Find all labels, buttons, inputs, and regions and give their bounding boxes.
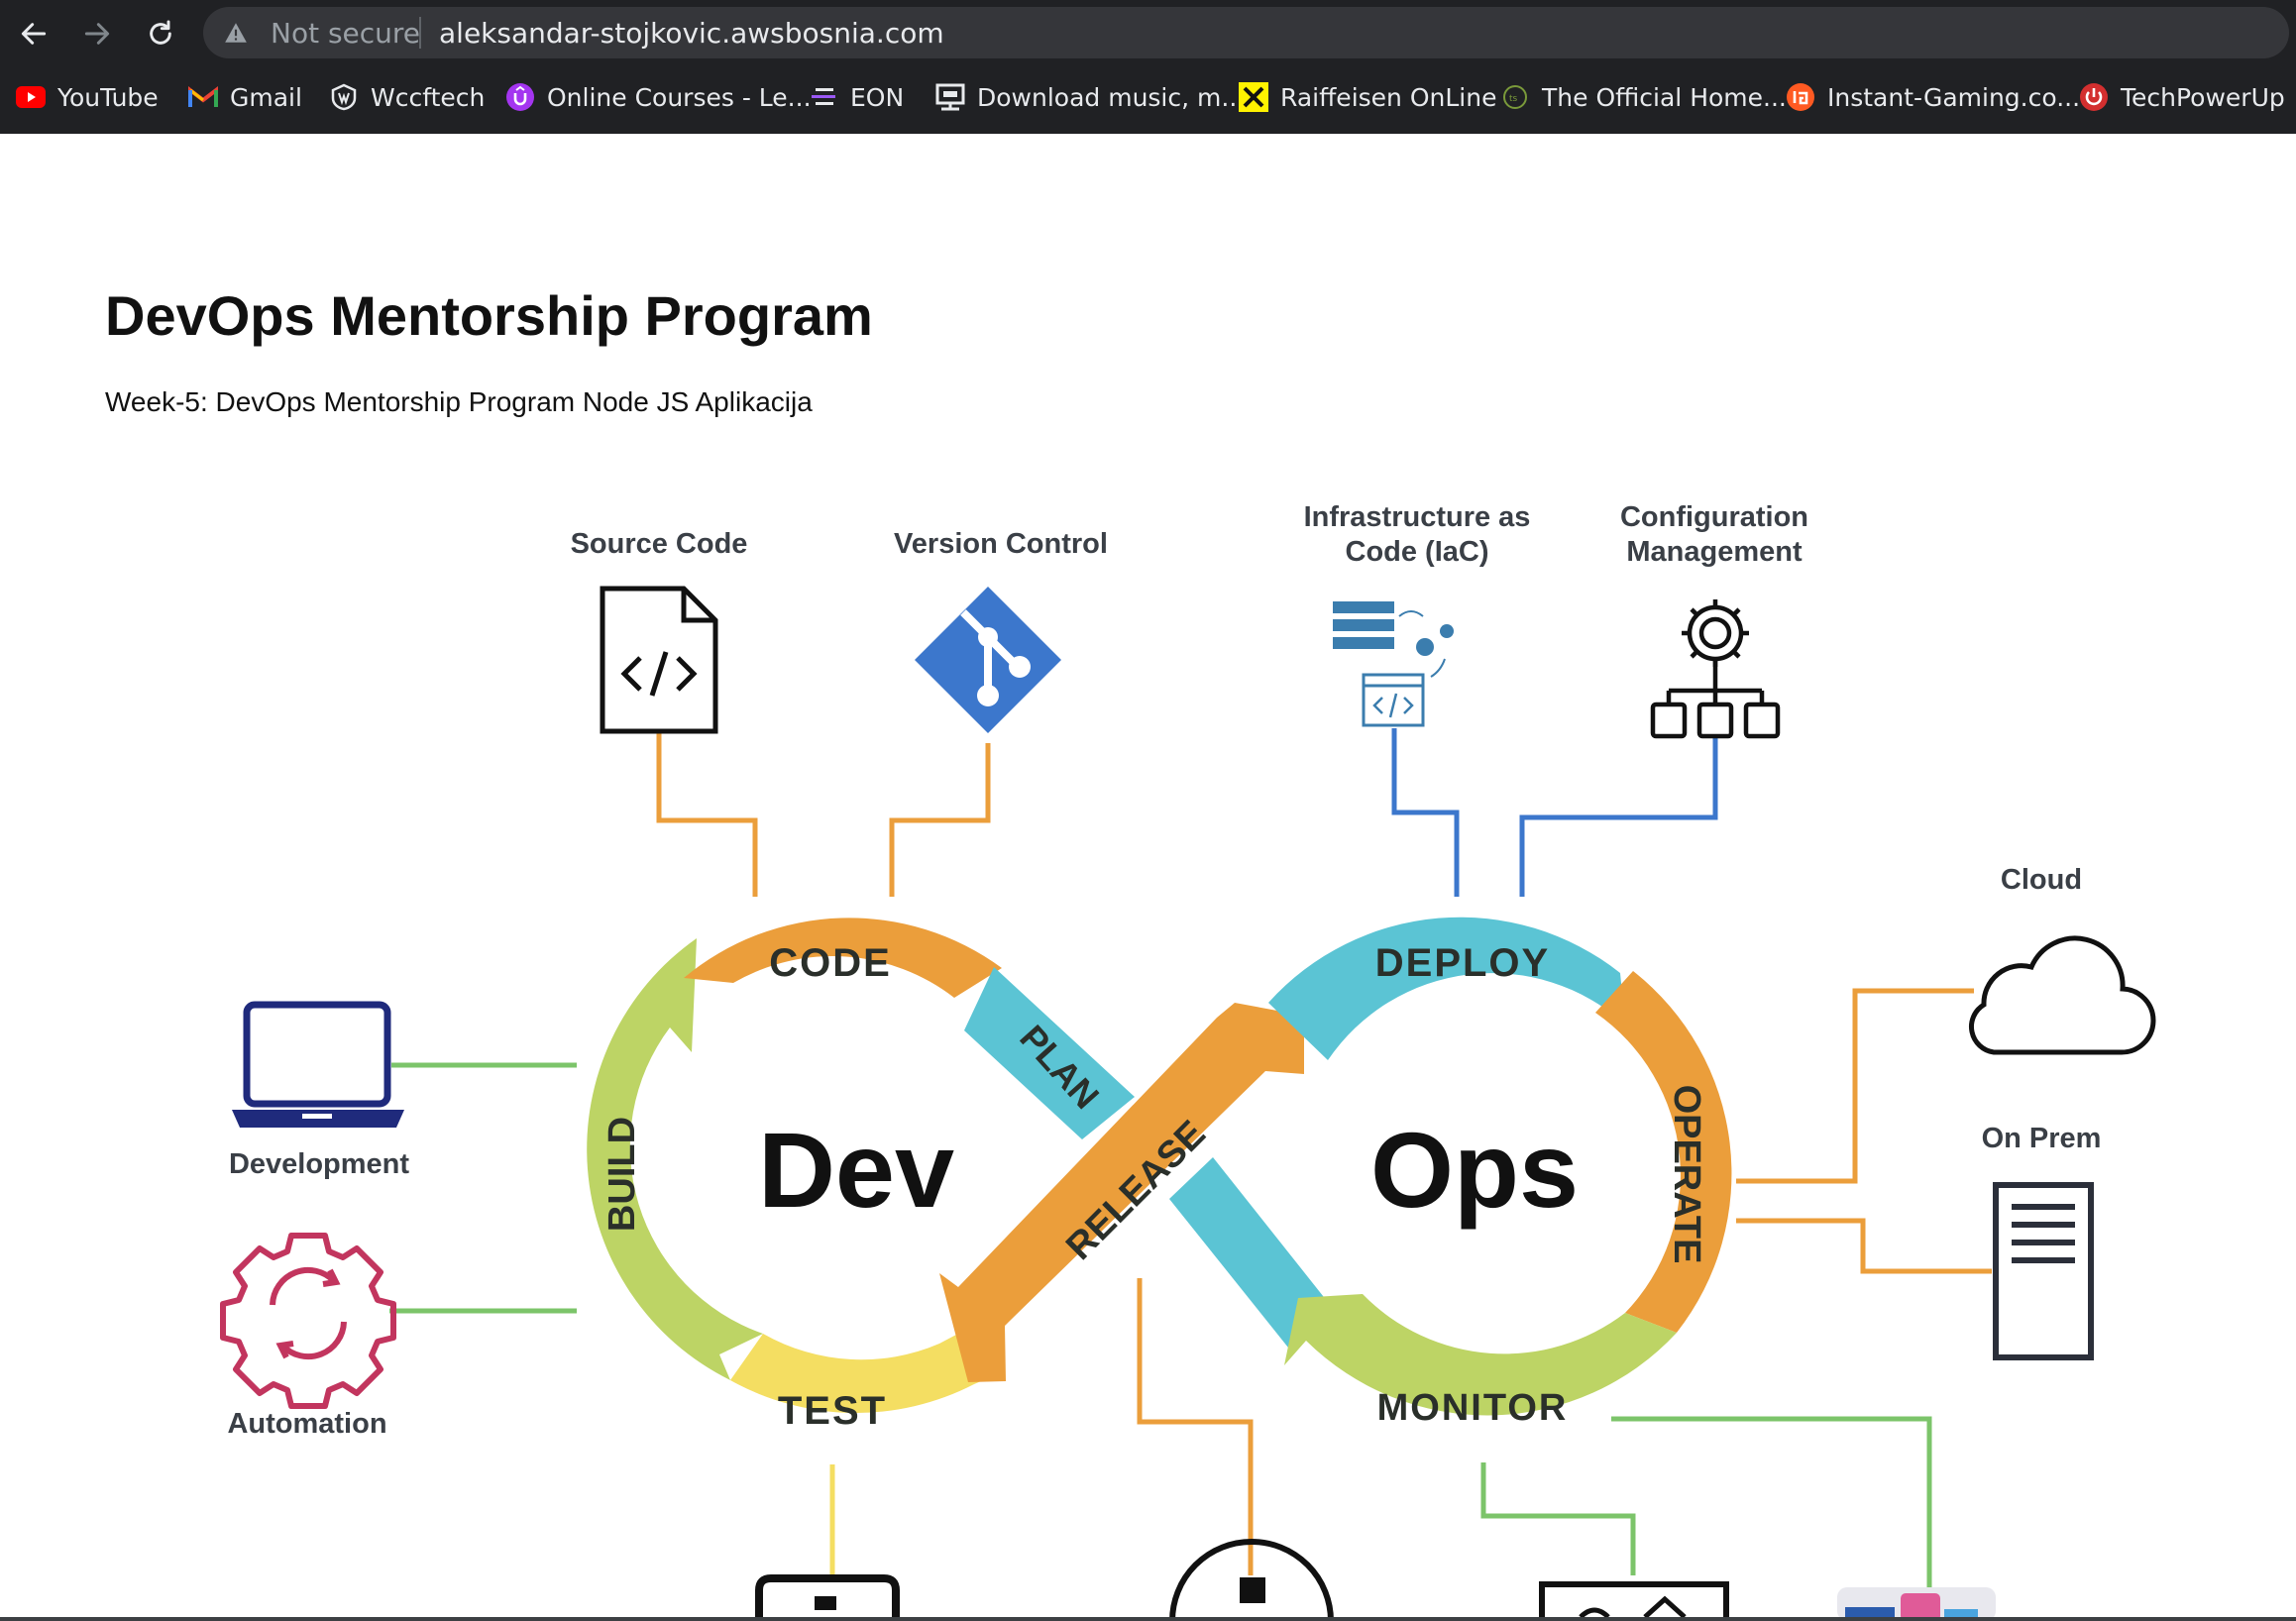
- stage-operate: [1595, 971, 1732, 1333]
- label-iac: Infrastructure as Code (IaC): [1258, 500, 1576, 570]
- monitor-connector-2: [1611, 1416, 1932, 1595]
- bottom-dashboard-icon: [1837, 1587, 1996, 1621]
- label-version-control: Version Control: [894, 528, 1108, 560]
- label-iac-line1: Infrastructure as: [1303, 501, 1531, 533]
- label-source-code: Source Code: [570, 528, 748, 560]
- stage-label-deploy: DEPLOY: [1375, 941, 1550, 985]
- stage-label-test: TEST: [778, 1389, 887, 1433]
- source-code-icon: [600, 586, 718, 734]
- stage-label-code: CODE: [769, 941, 892, 985]
- laptop-icon: [232, 1001, 404, 1128]
- git-icon: [915, 587, 1061, 733]
- center-dev: Dev: [758, 1110, 954, 1230]
- label-cloud: Cloud: [2000, 864, 2083, 896]
- automation-gear-icon: [220, 1233, 396, 1409]
- stage-label-build: BUILD: [601, 1117, 643, 1232]
- bottom-jenkins-icon: [755, 1574, 900, 1621]
- source-code-connector: [656, 733, 758, 897]
- bottom-monitor-icon: [1539, 1581, 1729, 1621]
- iac-icon: [1333, 601, 1454, 727]
- cloud-connector: [1736, 988, 1974, 1184]
- stage-label-monitor: MONITOR: [1377, 1387, 1569, 1429]
- stage-deploy: [1268, 917, 1625, 1060]
- center-ops: Ops: [1370, 1110, 1579, 1230]
- devops-diagram: CODE PLAN BUILD TEST RELEASE DEPLOY OPER…: [220, 586, 2156, 1621]
- blue-connectors: [1391, 728, 1718, 897]
- cloud-icon: [1969, 935, 2156, 1055]
- iac-connector: [1391, 728, 1460, 897]
- version-control-connector: [889, 743, 991, 897]
- label-automation: Automation: [227, 1408, 387, 1440]
- monitor-connector-1: [1480, 1462, 1636, 1575]
- server-icon: [1993, 1182, 2094, 1360]
- label-config-line1: Configuration: [1619, 501, 1809, 533]
- release-bottom-connector: [1137, 1278, 1254, 1575]
- stage-label-operate: OPERATE: [1666, 1085, 1707, 1264]
- label-config: Configuration Management: [1576, 500, 1853, 570]
- bottom-edge: [0, 1617, 2296, 1621]
- config-management-icon: [1650, 599, 1781, 739]
- label-development: Development: [228, 1148, 410, 1180]
- label-on-prem: On Prem: [1981, 1123, 2102, 1154]
- on-prem-connector: [1736, 1218, 1992, 1274]
- config-connector: [1519, 738, 1718, 897]
- label-iac-line2: Code (IaC): [1345, 536, 1489, 568]
- label-config-line2: Management: [1626, 536, 1803, 568]
